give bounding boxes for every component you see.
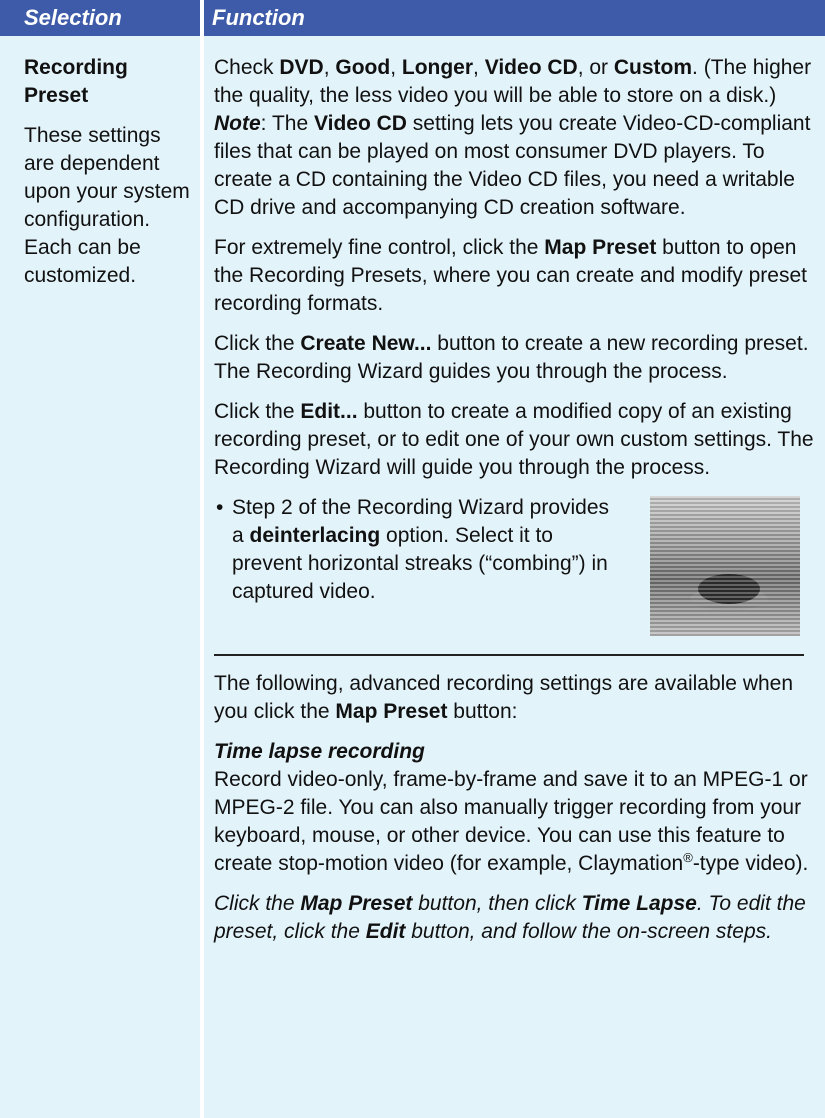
text: Check (214, 56, 280, 79)
video-cd-label: Video CD (313, 112, 407, 135)
text: : The (260, 112, 314, 135)
option-good: Good (335, 56, 391, 79)
bullet-body: Step 2 of the Recording Wizard provides … (232, 494, 624, 606)
table-header-row: Selection Function (0, 0, 825, 36)
option-video-cd: Video CD (484, 56, 578, 79)
selection-cell: Recording Preset These settings are depe… (24, 54, 194, 290)
deinterlacing-label: deinterlacing (249, 524, 381, 547)
note-paragraph: Note: The Video CD setting lets you crea… (214, 110, 814, 222)
option-longer: Longer (401, 56, 474, 79)
map-preset-label: Map Preset (544, 236, 657, 259)
option-dvd: DVD (279, 56, 324, 79)
map-preset-paragraph: For extremely fine control, click the Ma… (214, 234, 814, 318)
time-lapse-instructions: Click the Map Preset button, then click … (214, 890, 814, 946)
text: For extremely fine control, click the (214, 236, 545, 259)
edit-label: Edit (365, 920, 406, 943)
settings-table: Selection Function Recording Preset Thes… (0, 0, 825, 1118)
note-label: Note (214, 112, 261, 135)
function-cell: Check DVD, Good, Longer, Video CD, or Cu… (214, 54, 814, 958)
text: Click the (214, 332, 301, 355)
time-lapse-label: Time Lapse (581, 892, 697, 915)
time-lapse-body: Record video-only, frame-by-frame and sa… (214, 766, 814, 878)
edit-label: Edit... (300, 400, 358, 423)
create-new-paragraph: Click the Create New... button to create… (214, 330, 814, 386)
option-custom: Custom (613, 56, 693, 79)
text: button, and follow the on-screen steps. (405, 920, 772, 943)
text: , (323, 56, 336, 79)
preset-options-paragraph: Check DVD, Good, Longer, Video CD, or Cu… (214, 54, 814, 110)
map-preset-label: Map Preset (335, 700, 448, 723)
header-function: Function (212, 5, 305, 30)
text: , (390, 56, 402, 79)
advanced-settings-paragraph: The following, advanced recording settin… (214, 670, 814, 726)
text: -type video). (692, 852, 809, 875)
section-rule (214, 654, 804, 656)
selection-description: These settings are dependent upon your s… (24, 124, 190, 287)
header-selection: Selection (24, 5, 122, 30)
map-preset-label: Map Preset (300, 892, 413, 915)
combing-streaks (650, 496, 800, 636)
selection-title: Recording Preset (24, 56, 128, 107)
edit-paragraph: Click the Edit... button to create a mod… (214, 398, 814, 482)
text: Click the (214, 892, 301, 915)
text: Click the (214, 400, 301, 423)
selection-column: Recording Preset These settings are depe… (0, 36, 200, 1118)
create-new-label: Create New... (300, 332, 432, 355)
time-lapse-heading: Time lapse recording (214, 740, 425, 763)
text: button, then click (412, 892, 582, 915)
bullet-text: • Step 2 of the Recording Wizard provide… (214, 494, 624, 606)
text: , or (577, 56, 614, 79)
text: , (473, 56, 485, 79)
function-column: Check DVD, Good, Longer, Video CD, or Cu… (204, 36, 825, 1118)
bullet-dot: • (216, 496, 224, 519)
combing-example-image (650, 496, 800, 636)
registered-mark: ® (683, 850, 693, 865)
text: button: (447, 700, 518, 723)
deinterlacing-bullet: • Step 2 of the Recording Wizard provide… (214, 494, 814, 654)
